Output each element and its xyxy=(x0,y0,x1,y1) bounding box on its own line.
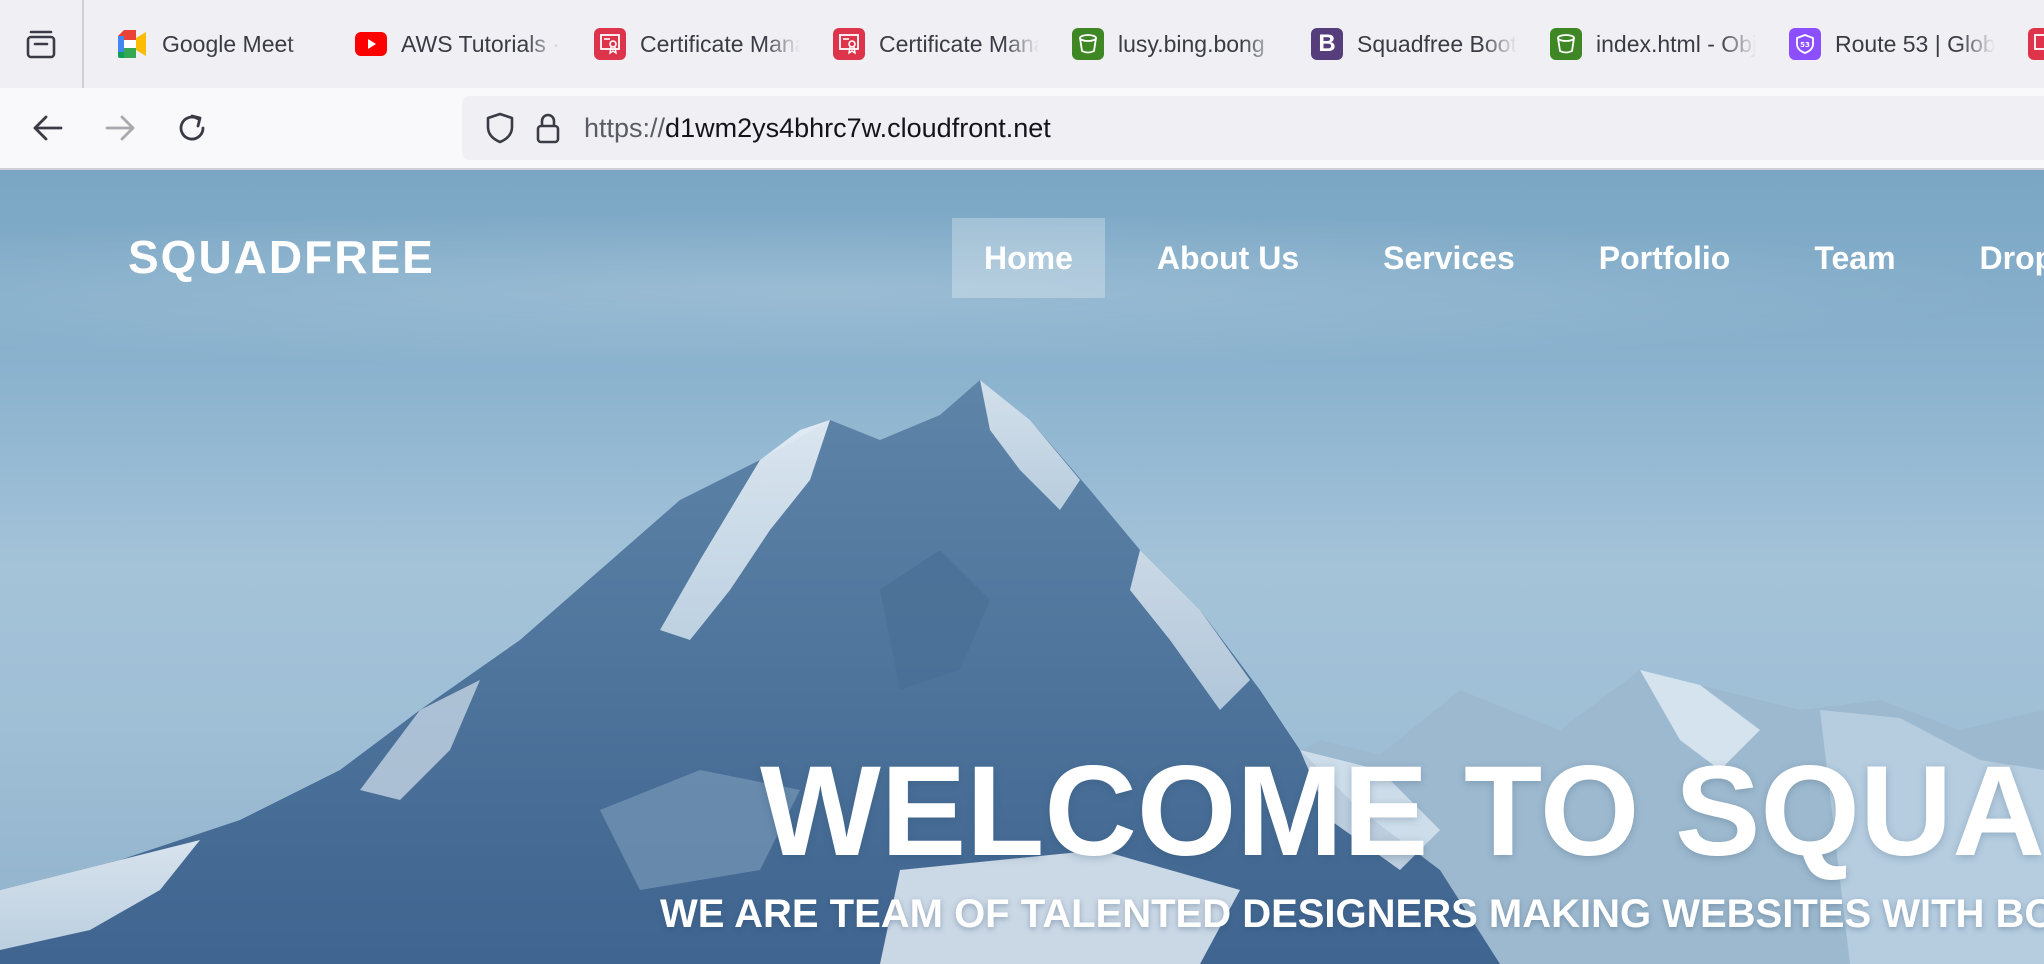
tab-title: Google Meet xyxy=(162,30,294,57)
tab-certificate-manager-1[interactable]: Certificate Manager xyxy=(588,16,827,72)
certificate-manager-icon xyxy=(594,28,626,60)
tab-squadfree-bootstrap[interactable]: B Squadfree Bootstrap xyxy=(1305,16,1544,72)
arrow-left-icon xyxy=(33,115,63,141)
nav-home[interactable]: Home xyxy=(952,218,1105,298)
tab-certificate-manager-2[interactable]: Certificate Manager xyxy=(827,16,1066,72)
url-scheme: https:// xyxy=(584,112,666,143)
url-host: d1wm2ys4bhrc7w.cloudfront.net xyxy=(665,112,1051,143)
certificate-manager-icon xyxy=(833,28,865,60)
tab-title: Route 53 | Global xyxy=(1835,30,1995,57)
hero-title: WELCOME TO SQUAD xyxy=(760,740,2044,883)
forward-button[interactable] xyxy=(84,92,156,164)
reload-icon xyxy=(179,114,205,141)
url-text[interactable]: https://d1wm2ys4bhrc7w.cloudfront.net xyxy=(584,113,1051,144)
lock-icon[interactable] xyxy=(524,104,572,152)
arrow-right-icon xyxy=(105,115,135,141)
site-brand-logo[interactable]: SQUADFREE xyxy=(128,230,435,284)
back-button[interactable] xyxy=(12,92,84,164)
tab-list-icon xyxy=(26,30,56,59)
svg-text:53: 53 xyxy=(1800,41,1810,49)
tab-certificate-manager-3[interactable] xyxy=(2022,16,2044,72)
s3-bucket-icon xyxy=(1550,28,1582,60)
google-meet-icon xyxy=(116,28,148,60)
tab-title: lusy.bing.bong xyxy=(1118,30,1265,57)
tab-title: Certificate Manager xyxy=(640,30,800,57)
tracking-protection-shield-icon[interactable] xyxy=(476,104,524,152)
tab-google-meet[interactable]: Google Meet xyxy=(110,16,349,72)
tab-index-html[interactable]: index.html - Object xyxy=(1544,16,1783,72)
nav-dropdown[interactable]: Drop xyxy=(1928,218,2044,298)
site-nav-menu: Home About Us Services Portfolio Team Dr… xyxy=(952,218,2044,298)
reload-button[interactable] xyxy=(156,92,228,164)
bootstrap-icon: B xyxy=(1311,28,1343,60)
tab-aws-tutorials[interactable]: AWS Tutorials · xyxy=(349,16,588,72)
tab-list: Google Meet AWS Tutorials · Certificate … xyxy=(84,0,2044,88)
route53-icon: 53 xyxy=(1789,28,1821,60)
tab-lusy-bing-bong[interactable]: lusy.bing.bong xyxy=(1066,16,1305,72)
certificate-manager-icon xyxy=(2028,28,2044,60)
nav-about-us[interactable]: About Us xyxy=(1105,218,1331,298)
tab-strip: Google Meet AWS Tutorials · Certificate … xyxy=(0,0,2044,88)
s3-bucket-icon xyxy=(1072,28,1104,60)
hero-subtitle: WE ARE TEAM OF TALENTED DESIGNERS MAKING… xyxy=(660,892,2044,936)
tab-title: AWS Tutorials · xyxy=(401,30,560,57)
tab-title: index.html - Object xyxy=(1596,30,1756,57)
list-all-tabs-button[interactable] xyxy=(0,0,84,88)
tab-title: Squadfree Bootstrap xyxy=(1357,30,1517,57)
web-page: SQUADFREE Home About Us Services Portfol… xyxy=(0,170,2044,964)
youtube-icon xyxy=(355,28,387,60)
tab-title: Certificate Manager xyxy=(879,30,1039,57)
url-bar[interactable]: https://d1wm2ys4bhrc7w.cloudfront.net xyxy=(462,96,2044,160)
nav-team[interactable]: Team xyxy=(1762,218,1927,298)
nav-portfolio[interactable]: Portfolio xyxy=(1547,218,1763,298)
nav-services[interactable]: Services xyxy=(1331,218,1547,298)
navigation-toolbar: https://d1wm2ys4bhrc7w.cloudfront.net xyxy=(0,88,2044,170)
tab-route-53[interactable]: 53 Route 53 | Global xyxy=(1783,16,2022,72)
